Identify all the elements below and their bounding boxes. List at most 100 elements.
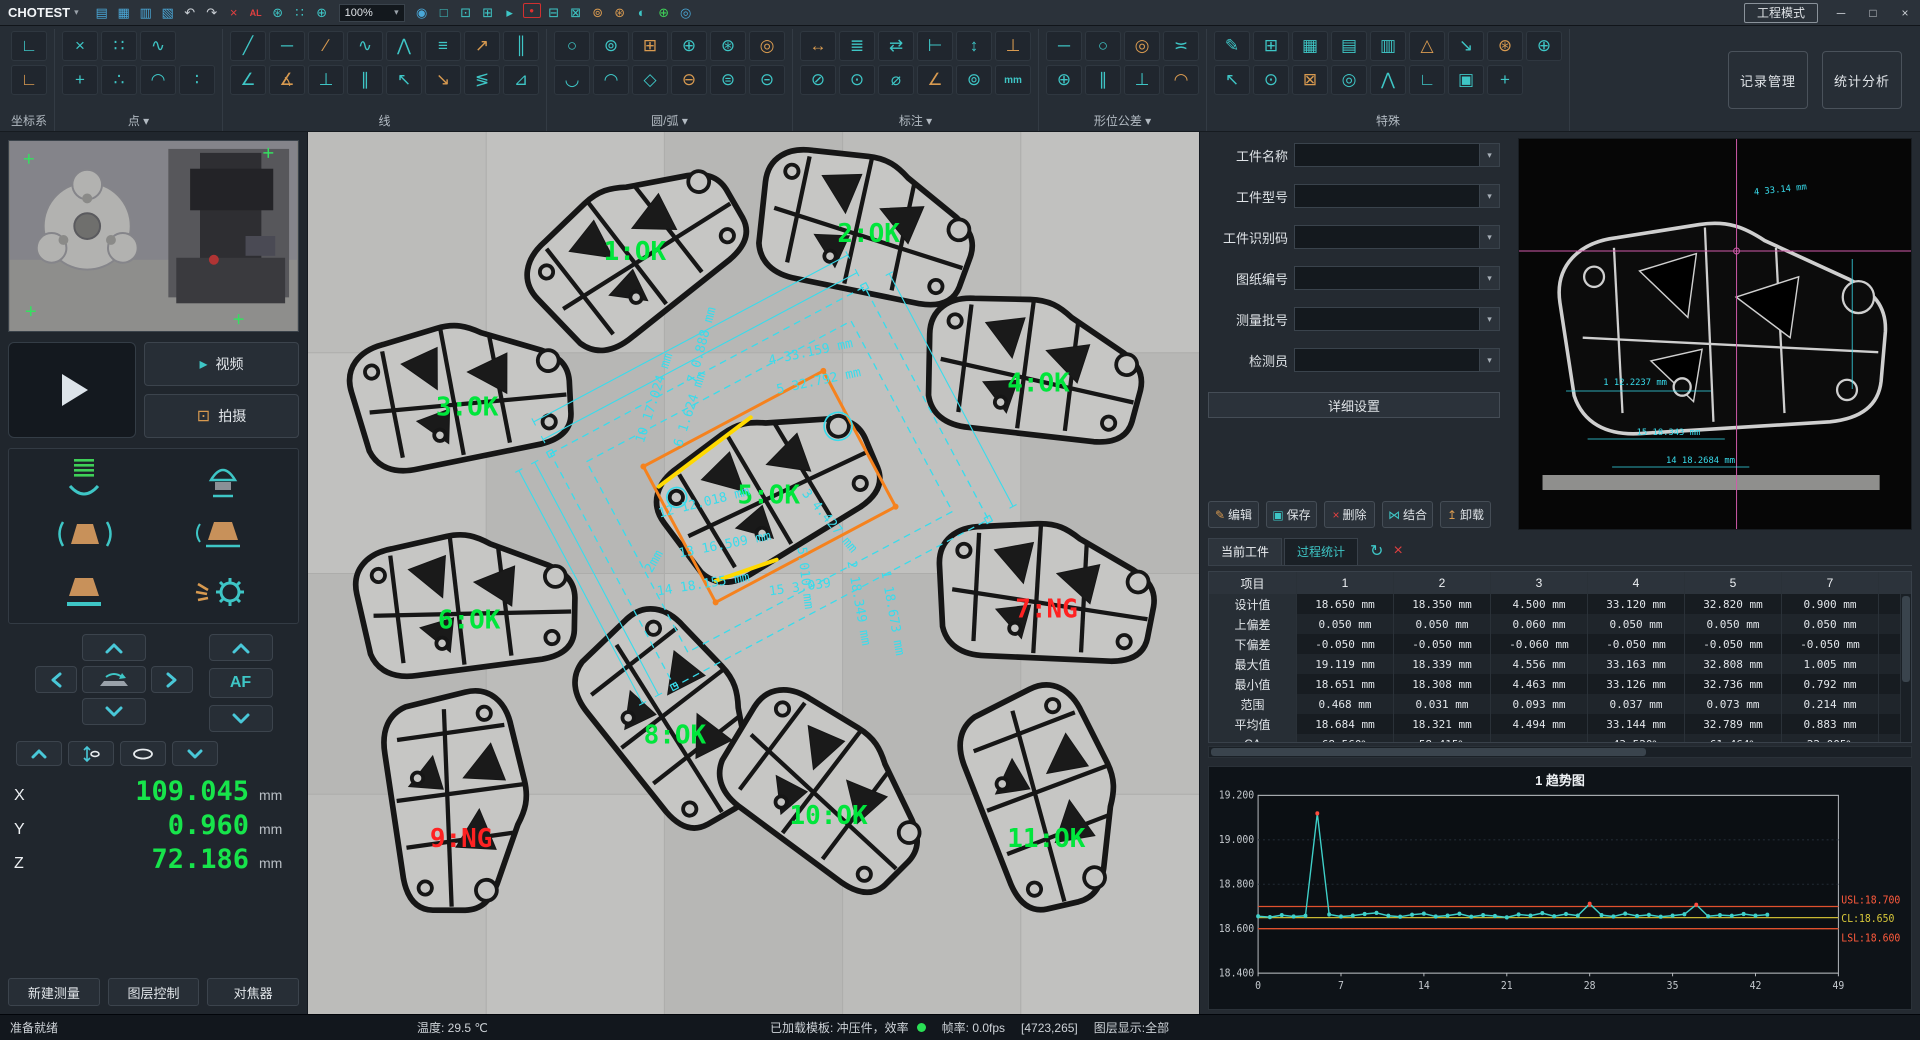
combo-dropdown-icon[interactable]: ▾ [1479,308,1499,330]
vscroll-thumb[interactable] [1902,596,1910,682]
app-logo[interactable]: CHOTEST ▾ [8,5,79,20]
link-icon[interactable]: ⊛ [267,3,289,23]
capture-button[interactable]: ⊡ 拍摄 [144,394,299,438]
save-file-icon[interactable]: ▦ [113,3,135,23]
export-file-icon[interactable]: ▧ [157,3,179,23]
ribbon-tool-icon[interactable]: ∥ [1085,65,1121,95]
ribbon-tool-icon[interactable]: ⊥ [308,65,344,95]
ribbon-tool-icon[interactable]: ▣ [1448,65,1484,95]
combo-dropdown-icon[interactable]: ▾ [1479,349,1499,371]
clear-statistics-icon[interactable]: × [1393,542,1402,560]
minimize-button[interactable]: ─ [1826,1,1856,25]
ribbon-tool-icon[interactable]: ⊞ [1253,31,1289,61]
ribbon-tool-icon[interactable]: ⊠ [1292,65,1328,95]
ribbon-tool-icon[interactable]: ⊥ [995,31,1031,61]
dome-light-button[interactable] [155,453,293,507]
ring-light-button[interactable] [15,453,153,507]
table-row[interactable]: 平均值18.684 mm18.321 mm4.494 mm33.144 mm32… [1209,714,1911,734]
ribbon-tool-icon[interactable]: ◠ [140,65,176,95]
ribbon-tool-icon[interactable]: ⊚ [593,31,629,61]
engineering-mode-button[interactable]: 工程模式 [1744,3,1818,23]
ribbon-tool-icon[interactable]: ║ [503,31,539,61]
ribbon-tool-icon[interactable]: ○ [1085,31,1121,61]
ribbon-tool-icon[interactable]: ◡ [554,65,590,95]
move-up-button[interactable] [82,634,146,661]
zoom-select[interactable]: 100% ▾ [339,4,405,22]
ribbon-tool-icon[interactable]: ∥ [347,65,383,95]
open-file-icon[interactable]: ▥ [135,3,157,23]
statistics-analysis-button[interactable]: 统计分析 [1822,51,1902,109]
drawing-number-combo[interactable]: ▾ [1294,266,1500,290]
combo-dropdown-icon[interactable]: ▾ [1479,267,1499,289]
lens-button[interactable] [120,741,166,766]
focuser-button[interactable]: 对焦器 [207,978,299,1006]
delete-button[interactable]: ×删除 [1324,501,1375,528]
ribbon-tool-icon[interactable]: ↖ [386,65,422,95]
ribbon-tool-icon[interactable]: ∿ [347,31,383,61]
calibrate-icon[interactable]: ⊞ [477,3,499,23]
ribbon-tool-icon[interactable]: ⌀ [878,65,914,95]
ribbon-tool-icon[interactable]: ⊕ [671,31,707,61]
record-icon[interactable]: ● [523,3,541,18]
focus-up-button[interactable] [16,741,62,766]
close-button[interactable]: × [1890,1,1920,25]
ribbon-tool-icon[interactable]: ↖ [1214,65,1250,95]
ribbon-tool-icon[interactable]: ╱ [230,31,266,61]
table-row[interactable]: 下偏差-0.050 mm-0.050 mm-0.060 mm-0.050 mm-… [1209,634,1911,654]
back-light-button[interactable] [15,565,153,619]
table-column-header[interactable]: 1 [1297,572,1394,594]
table-row[interactable]: 最小值18.651 mm18.308 mm4.463 mm33.126 mm32… [1209,674,1911,694]
layer-control-button[interactable]: 图层控制 [108,978,200,1006]
maximize-button[interactable]: □ [1858,1,1888,25]
workpiece-name-combo[interactable]: ▾ [1294,143,1500,167]
ribbon-tool-icon[interactable]: + [62,65,98,95]
z-up-button[interactable] [209,634,273,661]
table-column-header[interactable]: 3 [1491,572,1588,594]
ribbon-tool-icon[interactable]: ⋀ [386,31,422,61]
hscroll-thumb[interactable] [1211,748,1646,756]
table-column-header[interactable]: 5 [1685,572,1782,594]
tools-gear-icon[interactable]: ⊚ [587,3,609,23]
edit-button[interactable]: ✎编辑 [1208,501,1259,528]
ribbon-tool-icon[interactable]: ◎ [749,31,785,61]
ribbon-tool-icon[interactable]: mm [995,65,1031,95]
workpiece-name-input[interactable] [1295,144,1479,166]
auto-align-icon[interactable]: AL [245,3,267,23]
table-row[interactable]: 设计值18.650 mm18.350 mm4.500 mm33.120 mm32… [1209,594,1911,614]
ribbon-tool-icon[interactable]: ∡ [269,65,305,95]
workpiece-model-combo[interactable]: ▾ [1294,184,1500,208]
ribbon-tool-icon[interactable]: ▤ [1331,31,1367,61]
delete-all-icon[interactable]: × [223,3,245,23]
combo-dropdown-icon[interactable]: ▾ [1479,226,1499,248]
focus-down-button[interactable] [172,741,218,766]
select-region-icon[interactable]: ⊡ [455,3,477,23]
ribbon-tool-icon[interactable]: ◠ [1163,65,1199,95]
status-layer-display[interactable]: 图层显示:全部 [1094,1019,1169,1036]
move-right-button[interactable] [151,666,193,693]
ribbon-tool-icon[interactable]: ○ [554,31,590,61]
ribbon-tool-icon[interactable]: ⊖ [671,65,707,95]
batch-number-combo[interactable]: ▾ [1294,307,1500,331]
capture-region-icon[interactable]: ⊠ [565,3,587,23]
ribbon-tool-icon[interactable]: ≶ [464,65,500,95]
side-light-right-button[interactable] [155,509,293,563]
table-column-header[interactable]: 项目 [1209,572,1297,594]
stage-tilt-button[interactable] [82,666,146,693]
workpiece-id-combo[interactable]: ▾ [1294,225,1500,249]
undo-icon[interactable]: ↶ [179,3,201,23]
ribbon-tool-icon[interactable]: ▦ [1292,31,1328,61]
ribbon-tool-icon[interactable]: ⊿ [503,65,539,95]
ribbon-tool-icon[interactable]: × [62,31,98,61]
ribbon-tool-icon[interactable]: ⊕ [1526,31,1562,61]
ribbon-tool-icon[interactable]: ▥ [1370,31,1406,61]
table-row[interactable]: 范围0.468 mm0.031 mm0.093 mm0.037 mm0.073 … [1209,694,1911,714]
play-icon[interactable]: ▸ [499,3,521,23]
new-measure-button[interactable]: 新建测量 [8,978,100,1006]
save-button[interactable]: ▣保存 [1266,501,1317,528]
ribbon-tool-icon[interactable]: ◠ [593,65,629,95]
ribbon-tool-icon[interactable]: ≣ [839,31,875,61]
ribbon-tool-icon[interactable]: ⊘ [800,65,836,95]
unload-button[interactable]: ↥卸载 [1440,501,1491,528]
side-light-left-button[interactable] [15,509,153,563]
ribbon-tool-icon[interactable]: ⊙ [839,65,875,95]
